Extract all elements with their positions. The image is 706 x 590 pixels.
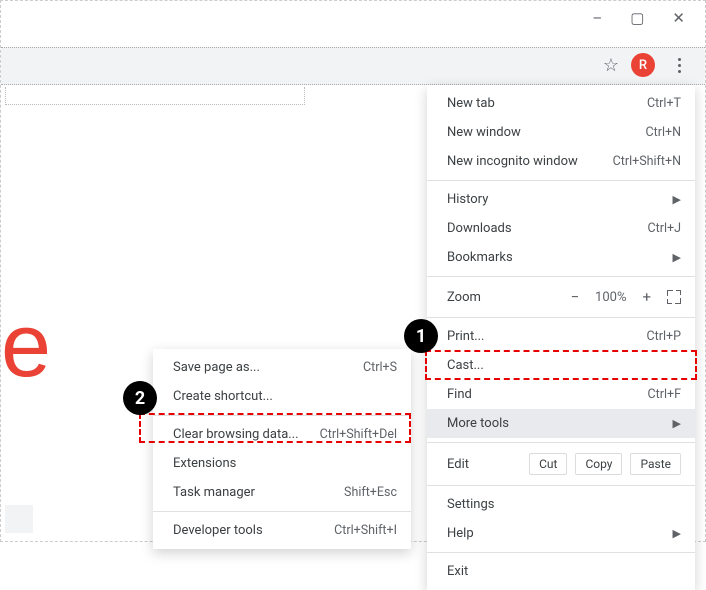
menu-cast[interactable]: Cast... xyxy=(427,351,695,380)
menu-separator xyxy=(427,552,695,553)
chevron-right-icon: ▶ xyxy=(673,193,681,206)
menu-label: New window xyxy=(447,125,521,140)
menu-help[interactable]: Help ▶ xyxy=(427,519,695,548)
menu-shortcut: Ctrl+P xyxy=(647,329,681,344)
minimize-icon[interactable]: – xyxy=(592,9,602,27)
zoom-in-button[interactable]: + xyxy=(638,286,655,308)
menu-edit-row: Edit Cut Copy Paste xyxy=(427,447,695,481)
menu-new-window[interactable]: New window Ctrl+N xyxy=(427,118,695,147)
zoom-value: 100% xyxy=(595,290,626,305)
menu-separator xyxy=(427,317,695,318)
close-icon[interactable]: ✕ xyxy=(672,9,685,27)
toolbar: ☆ R xyxy=(1,47,705,85)
submenu-create-shortcut[interactable]: Create shortcut... xyxy=(153,382,411,411)
menu-more-tools[interactable]: More tools ▶ xyxy=(427,409,695,438)
menu-separator xyxy=(427,276,695,277)
kebab-menu-icon[interactable] xyxy=(667,53,691,77)
menu-new-incognito[interactable]: New incognito window Ctrl+Shift+N xyxy=(427,147,695,176)
menu-find[interactable]: Find Ctrl+F xyxy=(427,380,695,409)
menu-shortcut: Ctrl+N xyxy=(645,125,681,140)
menu-shortcut: Ctrl+F xyxy=(647,387,681,402)
chevron-right-icon: ▶ xyxy=(673,251,681,264)
more-tools-submenu: Save page as... Ctrl+S Create shortcut..… xyxy=(153,349,411,549)
chevron-right-icon: ▶ xyxy=(673,417,681,430)
menu-history[interactable]: History ▶ xyxy=(427,185,695,214)
annotation-badge-1: 1 xyxy=(404,319,438,353)
submenu-extensions[interactable]: Extensions xyxy=(153,449,411,478)
menu-shortcut: Shift+Esc xyxy=(344,485,397,500)
paste-button[interactable]: Paste xyxy=(630,453,681,475)
menu-label: Developer tools xyxy=(173,523,263,538)
chrome-main-menu: New tab Ctrl+T New window Ctrl+N New inc… xyxy=(427,85,695,590)
google-logo-fragment: e xyxy=(1,301,51,391)
zoom-out-button[interactable]: − xyxy=(566,286,583,308)
submenu-save-page[interactable]: Save page as... Ctrl+S xyxy=(153,353,411,382)
copy-button[interactable]: Copy xyxy=(575,453,622,475)
menu-separator xyxy=(427,180,695,181)
submenu-clear-browsing-data[interactable]: Clear browsing data... Ctrl+Shift+Del xyxy=(153,420,411,449)
menu-label: Find xyxy=(447,387,472,402)
menu-shortcut: Ctrl+Shift+N xyxy=(613,154,681,169)
menu-downloads[interactable]: Downloads Ctrl+J xyxy=(427,214,695,243)
annotation-badge-2: 2 xyxy=(123,381,157,415)
menu-label: Create shortcut... xyxy=(173,389,273,404)
cut-button[interactable]: Cut xyxy=(529,453,567,475)
menu-label: History xyxy=(447,192,488,207)
footer-stub xyxy=(5,505,33,533)
submenu-task-manager[interactable]: Task manager Shift+Esc xyxy=(153,478,411,507)
tab-strip-stub xyxy=(5,87,305,105)
menu-label: More tools xyxy=(447,416,509,431)
menu-label: Bookmarks xyxy=(447,250,513,265)
menu-settings[interactable]: Settings xyxy=(427,490,695,519)
menu-label: Task manager xyxy=(173,485,255,500)
edit-label: Edit xyxy=(447,457,521,472)
menu-shortcut: Ctrl+Shift+Del xyxy=(320,427,397,442)
chevron-right-icon: ▶ xyxy=(673,527,681,540)
menu-label: Exit xyxy=(447,564,468,579)
menu-shortcut: Ctrl+S xyxy=(363,360,397,375)
bookmark-star-icon[interactable]: ☆ xyxy=(603,55,619,76)
menu-separator xyxy=(153,415,411,416)
zoom-label: Zoom xyxy=(447,290,566,305)
menu-exit[interactable]: Exit xyxy=(427,557,695,586)
menu-separator xyxy=(427,485,695,486)
menu-shortcut: Ctrl+Shift+I xyxy=(334,523,397,538)
menu-label: New incognito window xyxy=(447,154,578,169)
menu-label: New tab xyxy=(447,96,495,111)
maximize-icon[interactable]: ▢ xyxy=(630,9,644,27)
menu-zoom: Zoom − 100% + xyxy=(427,281,695,313)
menu-label: Help xyxy=(447,526,474,541)
menu-separator xyxy=(153,511,411,512)
profile-avatar[interactable]: R xyxy=(631,53,655,77)
menu-new-tab[interactable]: New tab Ctrl+T xyxy=(427,89,695,118)
menu-bookmarks[interactable]: Bookmarks ▶ xyxy=(427,243,695,272)
menu-label: Save page as... xyxy=(173,360,260,375)
menu-shortcut: Ctrl+J xyxy=(648,221,682,236)
menu-label: Cast... xyxy=(447,358,484,373)
fullscreen-icon[interactable] xyxy=(667,290,681,304)
menu-label: Clear browsing data... xyxy=(173,427,299,442)
window-controls: – ▢ ✕ xyxy=(592,9,685,27)
menu-print[interactable]: Print... Ctrl+P xyxy=(427,322,695,351)
menu-separator xyxy=(427,442,695,443)
menu-label: Extensions xyxy=(173,456,236,471)
menu-label: Print... xyxy=(447,329,484,344)
submenu-developer-tools[interactable]: Developer tools Ctrl+Shift+I xyxy=(153,516,411,545)
menu-label: Downloads xyxy=(447,221,512,236)
menu-shortcut: Ctrl+T xyxy=(647,96,681,111)
menu-label: Settings xyxy=(447,497,494,512)
